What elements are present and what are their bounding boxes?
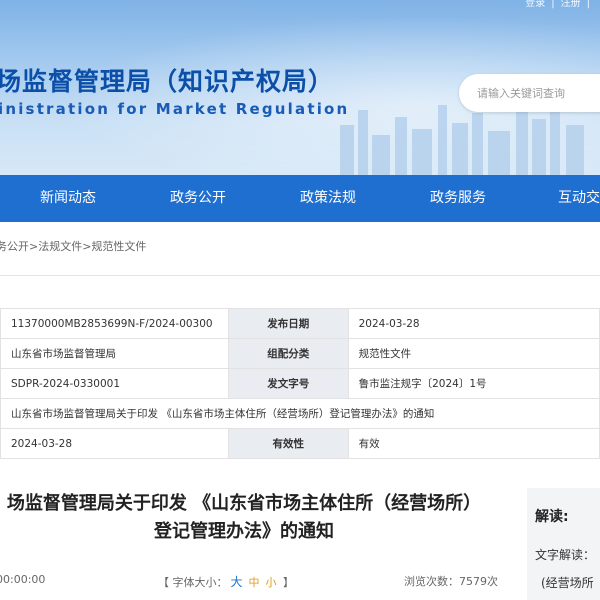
font-size-medium-button[interactable]: 中 — [249, 576, 260, 589]
category-value: 规范性文件 — [347, 338, 600, 369]
table-row: 11370000MB2853699N-F/2024-00300 发布日期 202… — [0, 308, 600, 339]
nav-item-interaction[interactable]: 互动交 — [558, 175, 600, 222]
header-banner: 登录 | 注册 | 场监督管理局（知识产权局） inistration for … — [0, 0, 600, 175]
search-input[interactable] — [477, 84, 600, 102]
table-row: 山东省市场监督管理局关于印发 《山东省市场主体住所（经营场所）登记管理办法》的通… — [0, 398, 600, 429]
publish-date-label: 发布日期 — [227, 308, 349, 339]
article-title-line1: 场监督管理局关于印发 《山东省市场主体住所（经营场所） — [6, 493, 482, 514]
text-interpretation-link[interactable]: (经营场所 — [541, 574, 594, 591]
main-nav: 新闻动态 政务公开 政策法规 政务服务 互动交 — [0, 175, 600, 222]
text-interpretation-label: 文字解读： — [535, 548, 596, 562]
publish-date-value: 2024-03-28 — [347, 308, 600, 339]
link-divider: | — [551, 0, 555, 9]
issuing-agency-value: 山东省市场监督管理局 — [0, 338, 229, 369]
interpretation-panel: 解读: 文字解读： (经营场所 — [527, 488, 600, 600]
top-links: 登录 | 注册 | — [525, 0, 590, 10]
register-link[interactable]: 注册 — [561, 0, 581, 10]
interpretation-heading: 解读: — [535, 509, 569, 525]
table-row: SDPR-2024-0330001 发文字号 鲁市监注规字〔2024〕1号 — [0, 368, 600, 399]
nav-item-policy[interactable]: 政策法规 — [300, 175, 356, 222]
issue-date-value: 2024-03-28 — [0, 428, 229, 459]
link-divider: | — [586, 0, 590, 9]
site-title-cn[interactable]: 场监督管理局（知识产权局） — [0, 62, 334, 98]
font-size-label: 【 字体大小： — [158, 576, 228, 589]
validity-label: 有效性 — [227, 428, 349, 459]
registration-number-value: SDPR-2024-0330001 — [0, 368, 229, 399]
category-label: 组配分类 — [227, 338, 349, 369]
font-size-control: 【 字体大小：大中小 】 — [158, 573, 294, 590]
font-size-label-close: 】 — [279, 576, 295, 589]
site-title-en: inistration for Market Regulation — [0, 100, 350, 118]
document-number-label: 发文字号 — [227, 368, 349, 399]
article-meta: 00:00:00 【 字体大小：大中小 】 浏览次数：7579次 — [0, 565, 510, 595]
table-row: 2024-03-28 有效性 有效 — [0, 428, 600, 459]
nav-item-news[interactable]: 新闻动态 — [40, 175, 96, 222]
breadcrumb[interactable]: 务公开>法规文件>规范性文件 — [0, 238, 146, 254]
nav-item-services[interactable]: 政务服务 — [430, 175, 486, 222]
login-link[interactable]: 登录 — [525, 0, 545, 10]
table-row: 山东省市场监督管理局 组配分类 规范性文件 — [0, 338, 600, 369]
nav-item-public-affairs[interactable]: 政务公开 — [170, 175, 226, 222]
font-size-small-button[interactable]: 小 — [266, 576, 277, 589]
index-number-value: 11370000MB2853699N-F/2024-00300 — [0, 308, 229, 339]
search-box — [459, 74, 600, 112]
font-size-large-button[interactable]: 大 — [231, 575, 243, 589]
document-info-table: 11370000MB2853699N-F/2024-00300 发布日期 202… — [0, 308, 600, 459]
article-title-line2: 登记管理办法》的通知 — [154, 521, 334, 542]
document-title-value: 山东省市场监督管理局关于印发 《山东省市场主体住所（经营场所）登记管理办法》的通… — [0, 398, 600, 429]
document-number-value: 鲁市监注规字〔2024〕1号 — [347, 368, 600, 399]
publish-time: 00:00:00 — [0, 573, 46, 586]
validity-value: 有效 — [347, 428, 600, 459]
divider — [0, 275, 600, 276]
view-count: 浏览次数：7579次 — [404, 575, 498, 588]
article-title: 场监督管理局关于印发 《山东省市场主体住所（经营场所） 登记管理办法》的通知 — [0, 490, 494, 546]
